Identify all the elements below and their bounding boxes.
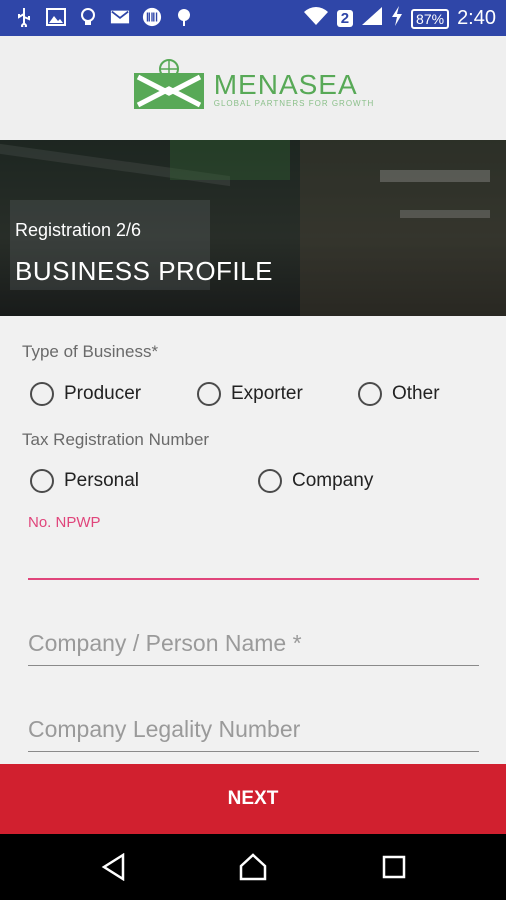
lightbulb-icon	[78, 7, 98, 27]
radio-label: Other	[392, 383, 440, 404]
npwp-field-label: No. NPWP	[28, 514, 101, 531]
radio-circle[interactable]	[30, 382, 54, 406]
menasea-logo-icon	[132, 58, 206, 118]
radio-label: Producer	[64, 383, 142, 404]
image-icon	[46, 7, 66, 27]
recents-icon[interactable]	[379, 852, 409, 882]
notification-icons	[14, 7, 194, 27]
next-button[interactable]: NEXT	[0, 764, 506, 834]
usb-icon	[14, 7, 34, 27]
radio-personal[interactable]: Personal	[30, 469, 139, 493]
gmail-icon	[110, 7, 130, 27]
company-name-input[interactable]: Company / Person Name *	[28, 630, 302, 657]
npwp-underline	[28, 578, 479, 580]
tax-registration-label: Tax Registration Number	[22, 430, 210, 449]
radio-circle[interactable]	[358, 382, 382, 406]
sim-badge: 2	[336, 10, 354, 27]
npwp-input[interactable]	[28, 542, 479, 572]
brand-header: MENASEA GLOBAL PARTNERS FOR GROWTH	[0, 36, 506, 140]
radio-exporter[interactable]: Exporter	[197, 382, 303, 406]
hero-banner: Registration 2/6 BUSINESS PROFILE	[0, 140, 506, 316]
android-icon	[174, 7, 194, 27]
signal-icon	[361, 6, 383, 31]
radio-other[interactable]: Other	[358, 382, 440, 406]
legality-number-input[interactable]: Company Legality Number	[28, 716, 300, 743]
registration-step: Registration 2/6	[15, 220, 142, 240]
business-type-label: Type of Business*	[22, 342, 159, 361]
business-profile-form: Type of Business* Producer Exporter Othe…	[0, 316, 506, 764]
radio-label: Personal	[64, 470, 139, 491]
status-bar: 2 87% 2:40	[0, 0, 506, 36]
radio-company[interactable]: Company	[258, 469, 373, 493]
radio-label: Company	[292, 470, 374, 491]
brand-logo: MENASEA GLOBAL PARTNERS FOR GROWTH	[132, 58, 375, 118]
radio-label: Exporter	[231, 383, 303, 404]
radio-circle[interactable]	[30, 469, 54, 493]
back-icon[interactable]	[99, 852, 129, 882]
battery-indicator: 87%	[411, 8, 450, 29]
wifi-icon	[303, 6, 329, 31]
barcode-icon	[142, 7, 162, 27]
clock: 2:40	[457, 7, 496, 29]
radio-producer[interactable]: Producer	[30, 382, 141, 406]
brand-name: MENASEA	[213, 68, 358, 100]
brand-tagline: GLOBAL PARTNERS FOR GROWTH	[213, 98, 375, 108]
radio-circle[interactable]	[197, 382, 221, 406]
page-title: BUSINESS PROFILE	[15, 256, 273, 286]
home-icon[interactable]	[238, 852, 268, 882]
charging-icon	[391, 6, 403, 31]
company-name-underline	[28, 665, 479, 666]
legality-number-underline	[28, 751, 479, 752]
system-navigation-bar	[0, 834, 506, 900]
radio-circle[interactable]	[258, 469, 282, 493]
system-status: 2 87% 2:40	[303, 6, 496, 31]
